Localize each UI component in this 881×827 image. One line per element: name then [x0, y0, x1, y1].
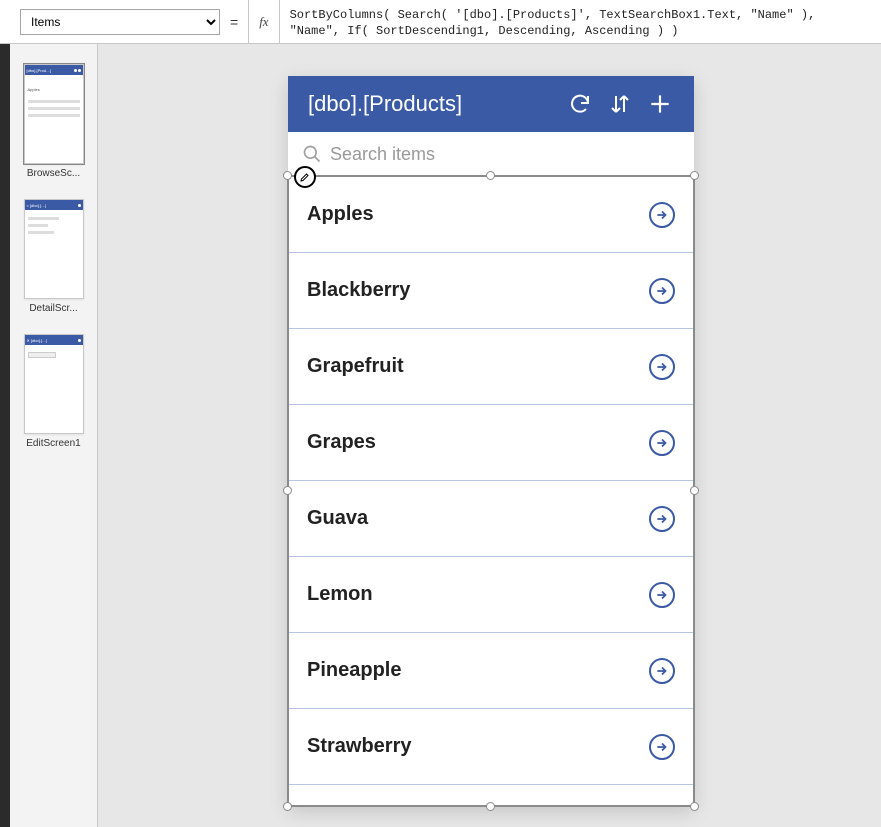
add-icon[interactable] [640, 84, 680, 124]
equals-sign: = [220, 0, 248, 43]
next-arrow-icon[interactable] [649, 582, 675, 608]
property-dropdown[interactable]: Items [20, 9, 220, 35]
next-arrow-icon[interactable] [649, 354, 675, 380]
formula-bar: Items = fx SortByColumns( Search( '[dbo]… [0, 0, 881, 44]
fx-label[interactable]: fx [248, 0, 278, 43]
resize-handle[interactable] [690, 802, 699, 811]
resize-handle[interactable] [486, 802, 495, 811]
resize-handle[interactable] [690, 171, 699, 180]
list-item[interactable]: Guava [289, 481, 693, 557]
list-item[interactable]: Grapefruit [289, 329, 693, 405]
left-gutter [0, 44, 10, 827]
resize-handle[interactable] [283, 486, 292, 495]
app-preview: [dbo].[Products] [288, 76, 694, 806]
list-item[interactable]: Strawberry [289, 709, 693, 785]
list-item[interactable]: Pineapple [289, 633, 693, 709]
sort-icon[interactable] [600, 84, 640, 124]
app-header: [dbo].[Products] [288, 76, 694, 132]
app-title: [dbo].[Products] [308, 91, 560, 117]
screen-label: EditScreen1 [26, 438, 80, 449]
list-item[interactable]: Grapes [289, 405, 693, 481]
item-name: Guava [307, 507, 368, 530]
item-name: Apples [307, 203, 374, 226]
item-name: Strawberry [307, 735, 412, 758]
resize-handle[interactable] [486, 171, 495, 180]
gallery-selection[interactable]: Apples Blackberry Grapefruit Grapes Guava Lem… [288, 176, 694, 806]
refresh-icon[interactable] [560, 84, 600, 124]
edit-template-icon[interactable] [294, 166, 316, 188]
next-arrow-icon[interactable] [649, 506, 675, 532]
screen-label: DetailScr... [29, 303, 77, 314]
resize-handle[interactable] [283, 171, 292, 180]
screen-label: BrowseSc... [27, 168, 80, 179]
property-select-wrap: Items [0, 0, 220, 43]
resize-handle[interactable] [690, 486, 699, 495]
screens-panel: [dbo].[Prod…] Apples BrowseSc... < [dbo]… [10, 44, 98, 827]
item-name: Lemon [307, 583, 373, 606]
next-arrow-icon[interactable] [649, 202, 675, 228]
item-name: Grapes [307, 431, 376, 454]
item-name: Blackberry [307, 279, 410, 302]
next-arrow-icon[interactable] [649, 278, 675, 304]
item-name: Grapefruit [307, 355, 404, 378]
formula-input[interactable]: SortByColumns( Search( '[dbo].[Products]… [279, 0, 881, 43]
screen-thumb-edit[interactable]: ✕ [dbo].[…] EditScreen1 [10, 334, 97, 449]
next-arrow-icon[interactable] [649, 658, 675, 684]
browse-gallery[interactable]: Apples Blackberry Grapefruit Grapes Guava Lem… [288, 176, 694, 806]
next-arrow-icon[interactable] [649, 430, 675, 456]
list-item[interactable]: Lemon [289, 557, 693, 633]
resize-handle[interactable] [283, 802, 292, 811]
search-input[interactable] [330, 144, 680, 165]
search-row [288, 132, 694, 176]
item-name: Pineapple [307, 659, 401, 682]
next-arrow-icon[interactable] [649, 734, 675, 760]
list-item[interactable]: Blackberry [289, 253, 693, 329]
search-icon [302, 144, 322, 164]
screen-thumb-detail[interactable]: < [dbo].[…] DetailScr... [10, 199, 97, 314]
design-canvas[interactable]: [dbo].[Products] [98, 44, 881, 827]
screen-thumb-browse[interactable]: [dbo].[Prod…] Apples BrowseSc... [10, 64, 97, 179]
list-item[interactable]: Apples [289, 177, 693, 253]
